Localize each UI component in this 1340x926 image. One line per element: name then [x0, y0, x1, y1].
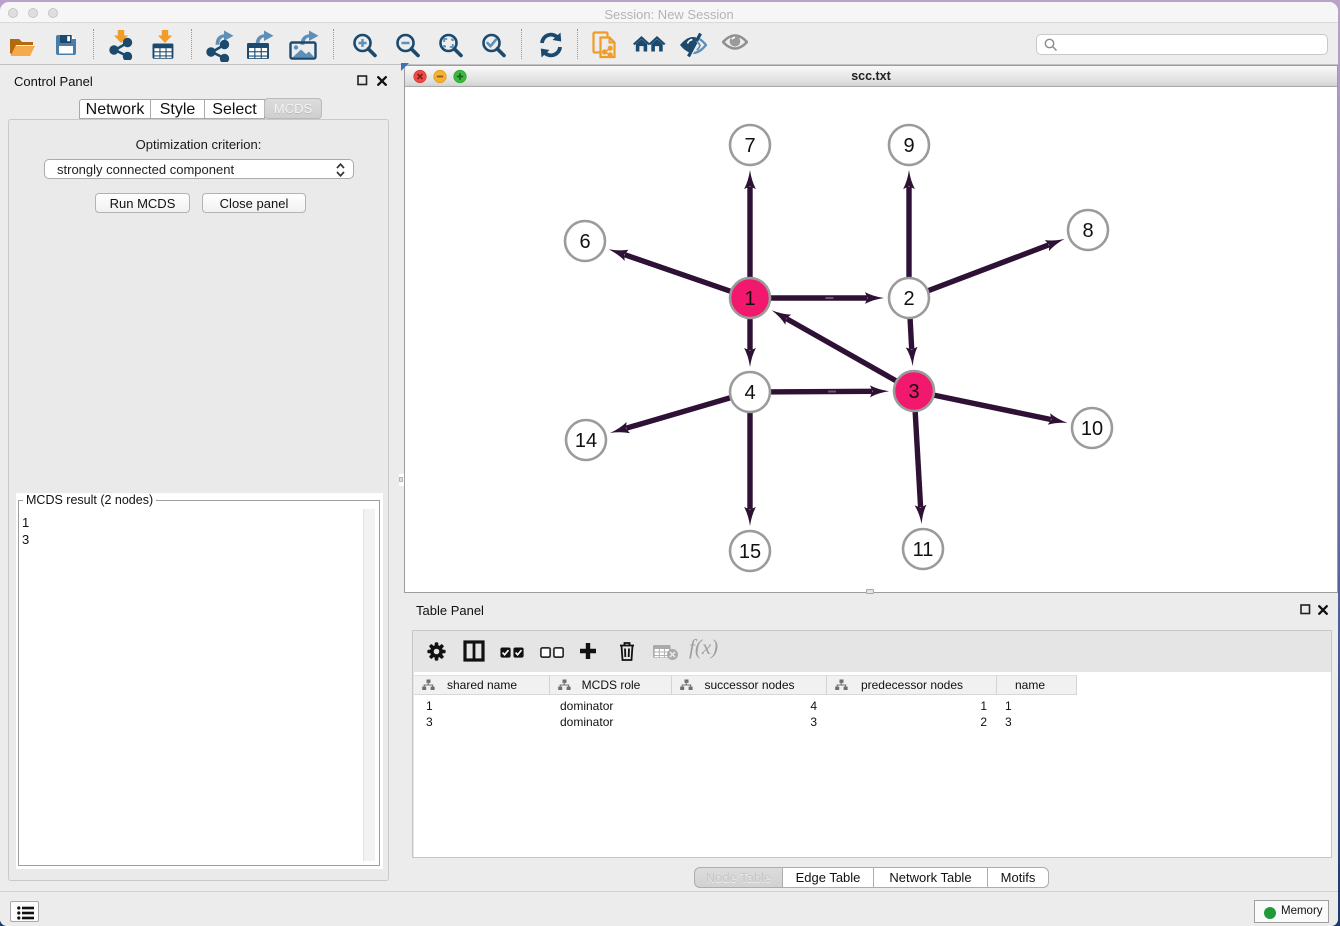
svg-text:15: 15: [739, 541, 761, 563]
svg-text:2: 2: [903, 288, 914, 310]
svg-text:3: 3: [908, 381, 919, 403]
svg-text:1: 1: [744, 288, 755, 310]
svg-text:6: 6: [579, 231, 590, 253]
svg-text:8: 8: [1082, 220, 1093, 242]
svg-text:14: 14: [575, 430, 597, 452]
svg-text:4: 4: [744, 382, 755, 404]
svg-text:9: 9: [903, 135, 914, 157]
svg-text:10: 10: [1081, 418, 1103, 440]
svg-text:11: 11: [913, 539, 934, 561]
svg-text:7: 7: [744, 135, 755, 157]
